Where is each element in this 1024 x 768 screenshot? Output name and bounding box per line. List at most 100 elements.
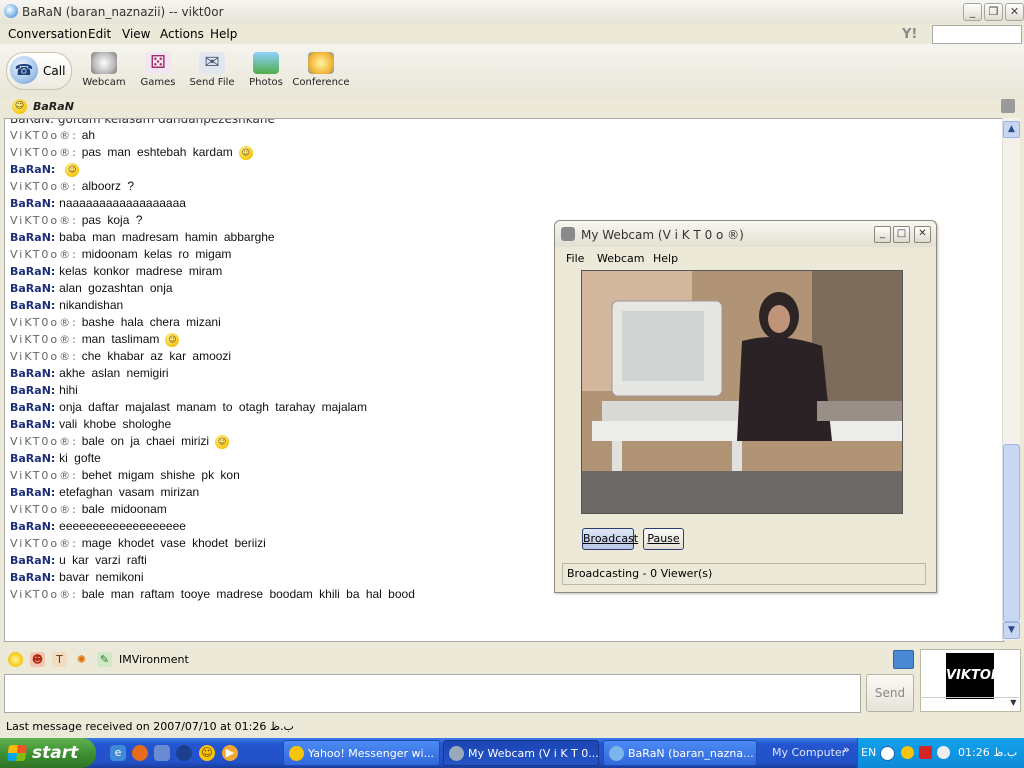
- message-nick: BaRaN:: [10, 520, 56, 533]
- avatar-dropdown-icon[interactable]: ▼: [920, 697, 1019, 710]
- imvironment-icon[interactable]: ✎: [97, 652, 112, 667]
- minimize-button[interactable]: _: [963, 3, 982, 21]
- internet-explorer-icon[interactable]: e: [110, 745, 126, 761]
- contact-info-icon[interactable]: [893, 650, 914, 669]
- message-text: pas koja ?: [81, 213, 143, 227]
- back-arrow-icon[interactable]: [880, 746, 895, 761]
- message-nick: BaRaN:: [10, 401, 56, 414]
- yahoo-smiley-icon: [289, 746, 304, 761]
- scroll-thumb[interactable]: [1003, 444, 1020, 622]
- chat-message: ViKT0o®: alboorz ?: [10, 179, 134, 193]
- message-nick: ViKT0o®:: [10, 537, 78, 550]
- message-text: etefaghan vasam mirizan: [59, 485, 200, 499]
- webcam-close-button[interactable]: ✕: [914, 226, 931, 243]
- chat-message: BaRaN: onja daftar majalast manam to ota…: [10, 400, 367, 414]
- tray-app-icon[interactable]: [919, 746, 932, 759]
- send-file-button[interactable]: ✉ Send File: [184, 52, 240, 88]
- webcam-button[interactable]: Webcam: [76, 52, 132, 88]
- close-button[interactable]: ✕: [1005, 3, 1024, 21]
- photos-button[interactable]: Photos: [238, 52, 294, 88]
- message-nick: ViKT0o®:: [10, 316, 78, 329]
- start-label: start: [32, 743, 79, 763]
- message-nick: ViKT0o®:: [10, 248, 78, 261]
- chat-message: ViKT0o®: bashe hala chera mizani: [10, 315, 221, 329]
- message-text: ki gofte: [59, 451, 101, 465]
- broadcast-button[interactable]: Broadcast: [582, 528, 638, 550]
- search-input[interactable]: [932, 25, 1022, 44]
- webcam-image: [582, 271, 902, 513]
- format-text-icon[interactable]: T: [52, 652, 67, 667]
- chat-message: ViKT0o®: bale on ja chaei mirizi ☺: [10, 434, 230, 449]
- message-nick: BaRaN:: [10, 452, 56, 465]
- menu-actions[interactable]: Actions: [160, 27, 204, 41]
- call-button[interactable]: ☎ Call: [6, 52, 72, 90]
- chat-message: ViKT0o®: ah: [10, 128, 95, 142]
- status-text: Last message received on 2007/07/10 at 0…: [6, 720, 294, 733]
- send-button[interactable]: Send: [866, 674, 914, 712]
- nudge-icon[interactable]: ✺: [74, 652, 89, 667]
- imvironment-label[interactable]: IMVironment: [119, 653, 189, 666]
- scroll-down-arrow-icon[interactable]: ▼: [1003, 622, 1020, 639]
- quicklaunch-globe-icon[interactable]: [176, 745, 192, 761]
- webcam-menu-file[interactable]: File: [566, 252, 584, 265]
- message-nick: BaRaN:: [10, 197, 56, 210]
- chat-message: BaRaN: baba man madresam hamin abbarghe: [10, 230, 275, 244]
- webcam-maximize-button[interactable]: □: [893, 226, 910, 243]
- message-text: bale on ja chaei mirizi: [81, 434, 210, 448]
- message-text: kelas konkor madrese miram: [59, 264, 223, 278]
- task-my-webcam[interactable]: My Webcam (V i K T 0...: [443, 740, 599, 766]
- start-button[interactable]: start: [0, 738, 96, 768]
- profile-icon[interactable]: [1001, 99, 1015, 113]
- message-text: nikandishan: [59, 298, 124, 312]
- chat-message: ViKT0o®: bale midoonam: [10, 502, 167, 516]
- language-indicator[interactable]: EN: [861, 746, 876, 759]
- chat-message: BaRaN: akhe aslan nemigiri: [10, 366, 169, 380]
- conversation-task-icon: [609, 746, 624, 761]
- call-label: Call: [43, 64, 66, 78]
- chat-message: BaRaN: hihi: [10, 383, 78, 397]
- media-player-icon[interactable]: ▶: [222, 745, 238, 761]
- task-label-webcam: My Webcam (V i K T 0...: [468, 747, 599, 760]
- maximize-button[interactable]: ❐: [984, 3, 1003, 21]
- contact-name[interactable]: BaRaN: [33, 100, 74, 113]
- webcam-minimize-button[interactable]: _: [874, 226, 891, 243]
- emoticon-icon[interactable]: [8, 652, 23, 667]
- message-input[interactable]: [4, 674, 861, 713]
- games-button[interactable]: ⚄ Games: [130, 52, 186, 88]
- quicklaunch-app-icon[interactable]: [154, 745, 170, 761]
- webcam-window[interactable]: My Webcam (V i K T 0 o ®) _ □ ✕ File Web…: [554, 220, 937, 593]
- pause-button[interactable]: Pause: [643, 528, 684, 550]
- webcam-menu-webcam[interactable]: Webcam: [597, 252, 645, 265]
- tray-network-icon[interactable]: [937, 746, 950, 759]
- task-yahoo-messenger[interactable]: Yahoo! Messenger wi...: [283, 740, 440, 766]
- send-file-label: Send File: [189, 77, 235, 88]
- message-nick: BaRaN:: [10, 231, 56, 244]
- firefox-icon[interactable]: [132, 745, 148, 761]
- webcam-icon: [91, 52, 117, 74]
- menu-view[interactable]: View: [122, 27, 150, 41]
- conference-button[interactable]: Conference: [292, 52, 350, 88]
- scroll-up-arrow-icon[interactable]: ▲: [1003, 121, 1020, 138]
- yahoo-messenger-quick-icon[interactable]: ☺: [199, 745, 215, 761]
- photos-label: Photos: [249, 77, 283, 88]
- chat-message: BaRaN: kelas konkor madrese miram: [10, 264, 222, 278]
- chevron-right-icon[interactable]: »: [843, 743, 850, 756]
- message-nick: BaRaN:: [10, 554, 56, 567]
- window-titlebar[interactable]: BaRaN (baran_naznazii) -- vikt0or _ ❐ ✕: [0, 0, 1024, 25]
- menu-conversation[interactable]: Conversation: [8, 27, 87, 41]
- chat-message: BaRaN: eeeeeeeeeeeeeeeeeee: [10, 519, 186, 533]
- message-text: alboorz ?: [81, 179, 135, 193]
- webcam-menu-help[interactable]: Help: [653, 252, 678, 265]
- window-title: BaRaN (baran_naznazii) -- vikt0or: [22, 5, 224, 19]
- messenger-tray-icon[interactable]: [901, 746, 914, 759]
- audible-icon[interactable]: ☻: [30, 652, 45, 667]
- messenger-app-icon: [4, 4, 18, 18]
- menu-edit[interactable]: Edit: [88, 27, 111, 41]
- webcam-titlebar[interactable]: My Webcam (V i K T 0 o ®) _ □ ✕: [555, 221, 936, 247]
- my-computer-toolbar[interactable]: My Computer: [772, 746, 846, 759]
- message-text: bavar nemikoni: [59, 570, 144, 584]
- chat-message: ViKT0o®: man taslimam ☺: [10, 332, 180, 347]
- task-baran-conversation[interactable]: BaRaN (baran_nazna...: [603, 740, 757, 766]
- menu-help[interactable]: Help: [210, 27, 237, 41]
- chat-message: BaRaN: naaaaaaaaaaaaaaaaaa: [10, 196, 186, 210]
